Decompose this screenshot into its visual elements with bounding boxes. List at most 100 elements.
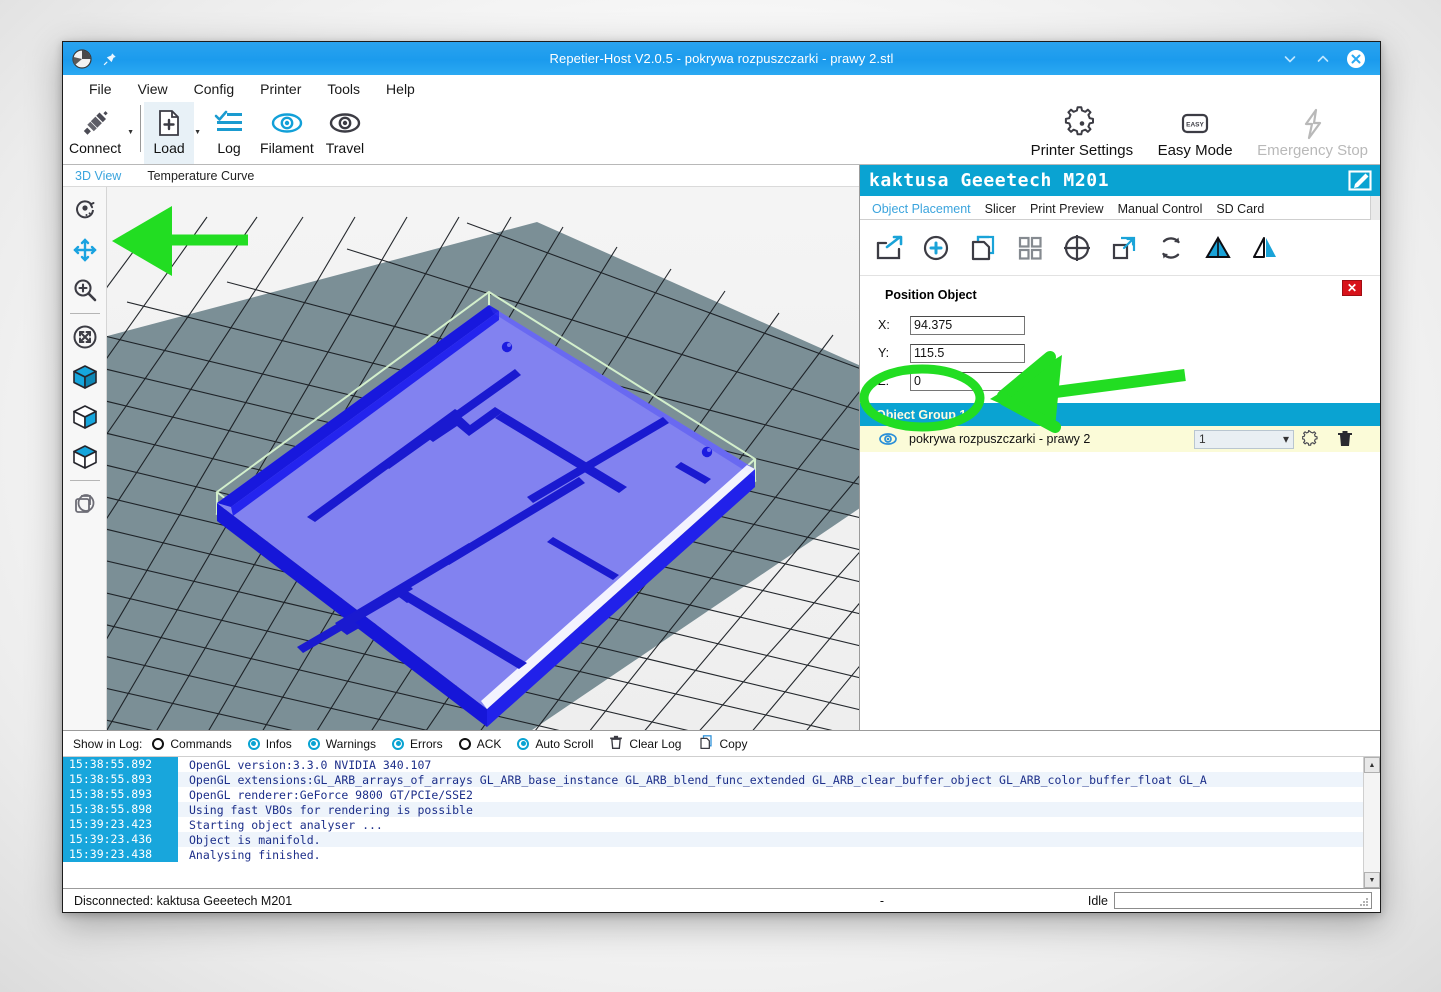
scale-object-button[interactable]: [1105, 229, 1143, 267]
edit-printer-icon[interactable]: [1346, 167, 1374, 194]
3d-viewport[interactable]: [107, 187, 859, 730]
lay-flat-button[interactable]: [1199, 229, 1237, 267]
object-group-header: Object Group 1: [860, 403, 1380, 426]
panel-tabs-scrollbar[interactable]: [1370, 196, 1380, 220]
object-group-label: Object Group 1: [876, 408, 966, 422]
printer-settings-button[interactable]: Printer Settings: [1025, 102, 1140, 159]
tab-sd-card[interactable]: SD Card: [1216, 202, 1264, 219]
menu-tools[interactable]: Tools: [315, 78, 372, 100]
view-top-mode[interactable]: [66, 438, 104, 476]
rotate-view-tool[interactable]: [66, 191, 104, 229]
filter-infos[interactable]: Infos: [248, 737, 292, 751]
tab-temperature-curve[interactable]: Temperature Curve: [147, 169, 254, 183]
object-list-row[interactable]: pokrywa rozpuszczarki - prawy 2 1 ▾: [860, 426, 1380, 452]
menu-config[interactable]: Config: [182, 78, 246, 100]
radio-infos-icon: [248, 738, 260, 750]
connection-status: Disconnected: kaktusa Geeetech M201: [67, 894, 687, 908]
copy-object-button[interactable]: [964, 229, 1002, 267]
center-object-button[interactable]: [917, 229, 955, 267]
position-object-title: Position Object: [860, 288, 1380, 302]
z-input[interactable]: [910, 372, 1025, 391]
mirror-object-button[interactable]: [1246, 229, 1284, 267]
eye-icon[interactable]: [876, 432, 900, 446]
load-button[interactable]: Load: [144, 102, 194, 164]
pin-icon[interactable]: [101, 50, 119, 68]
add-object-button[interactable]: [870, 229, 908, 267]
filter-warnings-label: Warnings: [326, 737, 376, 751]
radio-ack-icon: [459, 738, 471, 750]
rotate-object-button[interactable]: [1152, 229, 1190, 267]
load-label: Load: [154, 140, 185, 156]
log-message: Starting object analyser ...: [178, 818, 383, 832]
menu-file[interactable]: File: [77, 78, 124, 100]
viewport-pane: 3D View Temperature Curve: [63, 165, 860, 730]
object-tools-bar: [860, 220, 1380, 276]
fit-object-tool[interactable]: [66, 318, 104, 356]
tab-3d-view[interactable]: 3D View: [75, 169, 121, 183]
menu-help[interactable]: Help: [374, 78, 427, 100]
center-all-button[interactable]: [1058, 229, 1096, 267]
filter-errors[interactable]: Errors: [392, 737, 443, 751]
resize-grip-icon[interactable]: [1359, 897, 1369, 907]
filter-ack[interactable]: ACK: [459, 737, 502, 751]
object-settings-button[interactable]: [1294, 430, 1328, 448]
x-input[interactable]: [910, 316, 1025, 335]
lightning-icon: [1298, 105, 1328, 143]
title-bar: Repetier-Host V2.0.5 - pokrywa rozpuszcz…: [63, 42, 1380, 75]
object-count-dropdown[interactable]: 1 ▾: [1194, 430, 1294, 449]
log-time: 15:38:55.892: [63, 757, 178, 772]
viewport-toolbar-separator: [70, 313, 100, 314]
copy-log-button[interactable]: Copy: [699, 735, 747, 753]
menu-printer[interactable]: Printer: [248, 78, 313, 100]
scroll-down-icon[interactable]: ▼: [1364, 872, 1380, 888]
log-message: OpenGL renderer:GeForce 9800 GT/PCIe/SSE…: [178, 788, 473, 802]
object-count-value: 1: [1199, 432, 1206, 446]
log-toolbar: Show in Log: Commands Infos Warnings Err…: [63, 731, 1380, 756]
scroll-up-icon[interactable]: ▲: [1364, 757, 1380, 773]
close-button[interactable]: [1346, 49, 1366, 69]
object-delete-button[interactable]: [1328, 430, 1362, 448]
tab-manual-control[interactable]: Manual Control: [1118, 202, 1203, 219]
log-time: 15:39:23.438: [63, 847, 178, 862]
log-list[interactable]: 15:38:55.892 OpenGL version:3.3.0 NVIDIA…: [63, 756, 1380, 888]
move-view-tool[interactable]: [66, 231, 104, 269]
svg-text:EASY: EASY: [1186, 122, 1204, 129]
filter-warnings[interactable]: Warnings: [308, 737, 376, 751]
easy-mode-button[interactable]: EASY Easy Mode: [1139, 102, 1251, 159]
menu-view[interactable]: View: [126, 78, 180, 100]
filament-button[interactable]: Filament: [254, 102, 320, 164]
tab-slicer[interactable]: Slicer: [985, 202, 1016, 219]
zoom-view-tool[interactable]: [66, 271, 104, 309]
filter-auto-scroll[interactable]: Auto Scroll: [517, 737, 593, 751]
view-solid-mode[interactable]: [66, 358, 104, 396]
log-message: OpenGL version:3.3.0 NVIDIA 340.107: [178, 758, 431, 772]
scroll-track[interactable]: [1364, 773, 1380, 872]
view-edges-mode[interactable]: [66, 398, 104, 436]
tab-object-placement[interactable]: Object Placement: [872, 202, 971, 219]
filter-commands[interactable]: Commands: [152, 737, 231, 751]
app-icon: [71, 48, 93, 70]
minimize-button[interactable]: [1280, 49, 1300, 69]
maximize-button[interactable]: [1313, 49, 1333, 69]
clear-log-button[interactable]: Clear Log: [609, 735, 681, 753]
connect-button[interactable]: Connect: [63, 102, 127, 164]
log-scrollbar[interactable]: ▲ ▼: [1363, 757, 1380, 888]
connect-dropdown-arrow[interactable]: ▼: [127, 102, 137, 136]
log-button[interactable]: Log: [204, 102, 254, 164]
close-position-panel-button[interactable]: ✕: [1342, 280, 1362, 296]
application-window: Repetier-Host V2.0.5 - pokrywa rozpuszcz…: [62, 41, 1381, 913]
log-message: Analysing finished.: [178, 848, 321, 862]
emergency-stop-button[interactable]: Emergency Stop: [1251, 102, 1374, 159]
y-input[interactable]: [910, 344, 1025, 363]
position-row-x: X:: [860, 311, 1380, 339]
autoposition-button[interactable]: [1011, 229, 1049, 267]
status-bar: Disconnected: kaktusa Geeetech M201 - Id…: [63, 888, 1380, 912]
log-list-icon: [214, 106, 244, 140]
window-title: Repetier-Host V2.0.5 - pokrywa rozpuszcz…: [63, 51, 1380, 66]
printer-state: Idle: [1088, 894, 1108, 908]
view-wireframe-mode[interactable]: [66, 485, 104, 523]
travel-button[interactable]: Travel: [320, 102, 370, 164]
tab-print-preview[interactable]: Print Preview: [1030, 202, 1104, 219]
3d-scene: [107, 187, 859, 730]
load-dropdown-arrow[interactable]: ▼: [194, 102, 204, 136]
